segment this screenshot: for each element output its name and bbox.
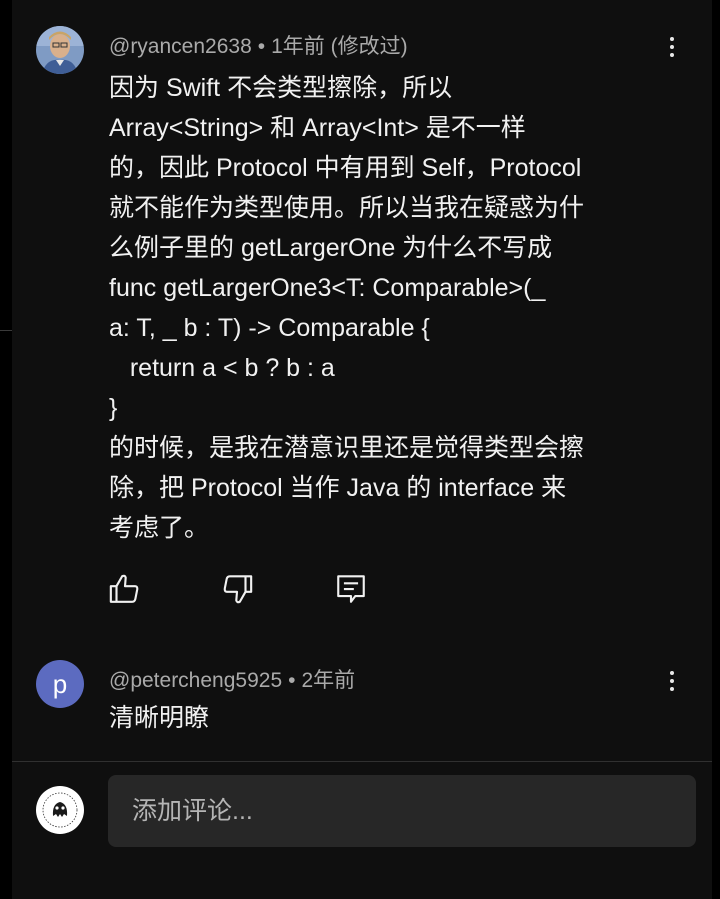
comments-panel: @ryancen2638 • 1年前 (修改过) 因为 Swift 不会类型擦除，所… bbox=[12, 0, 712, 899]
comment-line: a: T, _ b : T) -> Comparable { bbox=[109, 314, 430, 342]
divider bbox=[12, 761, 712, 762]
current-user-avatar bbox=[36, 786, 84, 834]
edge-mark bbox=[0, 330, 12, 331]
thumb-down-icon bbox=[223, 575, 253, 604]
comment-meta: @ryancen2638 • 1年前 (修改过) bbox=[109, 30, 408, 60]
meta-separator: • bbox=[288, 669, 296, 692]
more-options-icon[interactable] bbox=[660, 668, 684, 698]
avatar[interactable]: p bbox=[36, 660, 84, 708]
like-button[interactable] bbox=[108, 572, 142, 606]
comment-line: } bbox=[109, 394, 118, 422]
comment-text: 清晰明瞭 bbox=[109, 698, 699, 738]
comment-line: 就不能作为类型使用。所以当我在疑惑为什 bbox=[109, 194, 585, 222]
comment-line: func getLargerOne3<T: Comparable>(_ bbox=[109, 274, 546, 302]
comment-line: 考虑了。 bbox=[109, 514, 210, 542]
comment-line: return a < b ? b : a bbox=[109, 354, 335, 382]
dislike-button[interactable] bbox=[220, 572, 254, 606]
reply-icon bbox=[337, 575, 365, 603]
comment-line: 的时候，是我在潜意识里还是觉得类型会擦 bbox=[109, 434, 585, 462]
avatar[interactable] bbox=[36, 26, 84, 74]
comment-line: 的，因此 Protocol 中有用到 Self，Protocol bbox=[109, 154, 582, 182]
reply-button[interactable] bbox=[334, 572, 368, 606]
comment-time[interactable]: 1年前 (修改过) bbox=[271, 35, 408, 58]
comment-line: 么例子里的 getLargerOne 为什么不写成 bbox=[109, 234, 553, 262]
comment-actions bbox=[108, 572, 368, 608]
comment-line: Array<String> 和 Array<Int> 是不一样 bbox=[109, 114, 526, 142]
comment-line: 清晰明瞭 bbox=[109, 704, 210, 732]
current-user-avatar-icon bbox=[37, 787, 83, 833]
comment-author[interactable]: @ryancen2638 bbox=[109, 35, 252, 58]
comment-meta: @petercheng5925 • 2年前 bbox=[109, 664, 355, 694]
thumb-up-icon bbox=[109, 574, 139, 603]
add-comment-input[interactable]: 添加评论... bbox=[108, 775, 696, 847]
comment-text: 因为 Swift 不会类型擦除，所以 Array<String> 和 Array… bbox=[109, 68, 699, 548]
comment-author[interactable]: @petercheng5925 bbox=[109, 669, 282, 692]
more-options-icon[interactable] bbox=[660, 34, 684, 64]
comment-line: 除，把 Protocol 当作 Java 的 interface 来 bbox=[109, 474, 567, 502]
comment-time[interactable]: 2年前 bbox=[301, 669, 355, 692]
comment-line: 因为 Swift 不会类型擦除，所以 bbox=[109, 74, 453, 102]
meta-separator: • bbox=[257, 35, 266, 58]
user-avatar-image bbox=[36, 26, 84, 74]
